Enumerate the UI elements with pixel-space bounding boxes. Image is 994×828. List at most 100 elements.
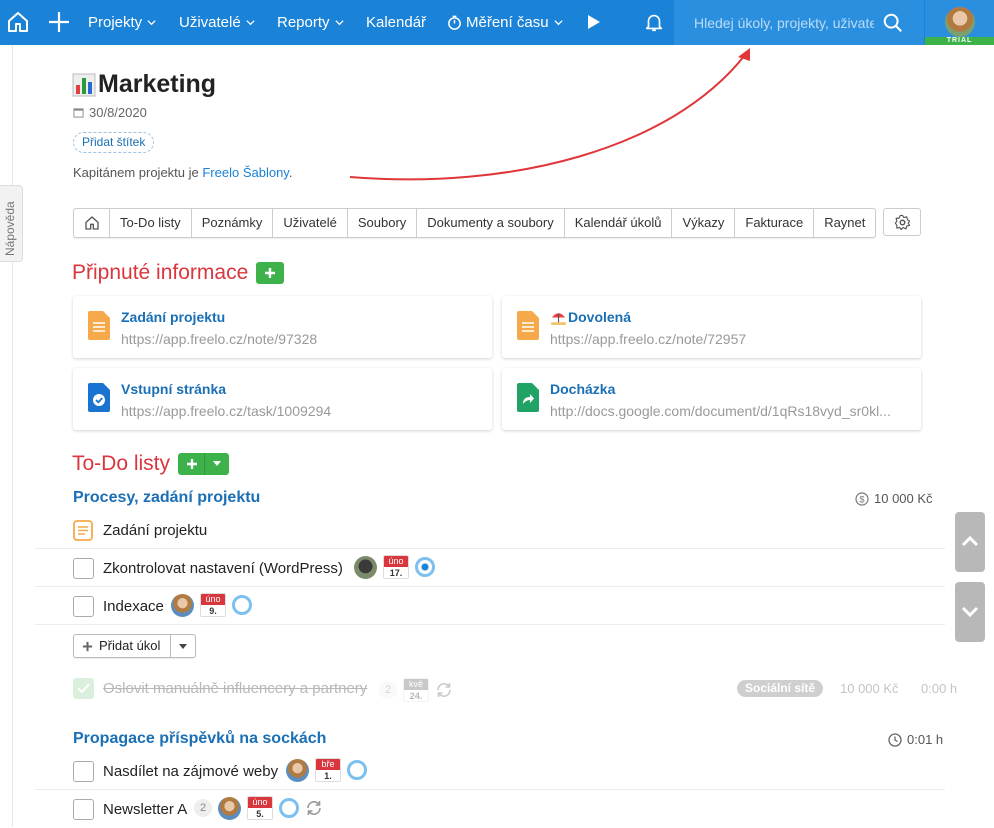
task-extras: úno 9. bbox=[171, 593, 252, 617]
list-item[interactable]: Zadání projektu bbox=[35, 511, 945, 549]
task-checkbox[interactable] bbox=[73, 761, 94, 782]
check-icon bbox=[77, 683, 90, 694]
progress-ring-icon[interactable] bbox=[232, 595, 252, 615]
due-date-badge[interactable]: úno 9. bbox=[200, 593, 226, 617]
task-checkbox[interactable] bbox=[73, 799, 94, 820]
due-date-badge[interactable]: úno 5. bbox=[247, 796, 273, 820]
project-date: 30/8/2020 bbox=[73, 105, 147, 120]
task-checkbox[interactable] bbox=[73, 596, 94, 617]
chevron-down-icon bbox=[147, 20, 156, 26]
tab-invoicing[interactable]: Fakturace bbox=[735, 209, 815, 237]
due-month: úno bbox=[248, 797, 272, 808]
task-extras: 2 úno 5. bbox=[194, 796, 323, 820]
pinned-card-title: Vstupní stránka bbox=[121, 381, 227, 397]
todo-list-title[interactable]: Propagace příspěvků na sockách bbox=[73, 730, 326, 748]
avatar[interactable] bbox=[286, 758, 309, 782]
add-tag-button[interactable]: Přidat štítek bbox=[73, 132, 155, 153]
home-icon[interactable] bbox=[6, 10, 30, 34]
project-tabs: To-Do listy Poznámky Uživatelé Soubory D… bbox=[73, 208, 877, 238]
bell-icon[interactable] bbox=[643, 11, 665, 33]
captain-link[interactable]: Freelo Šablony bbox=[202, 165, 288, 180]
repeat-icon[interactable] bbox=[305, 799, 323, 817]
caret-down-icon bbox=[179, 644, 188, 649]
due-month: úno bbox=[384, 556, 408, 567]
avatar[interactable] bbox=[354, 555, 377, 579]
pinned-card[interactable]: Vstupní stránka https://app.freelo.cz/ta… bbox=[73, 368, 492, 430]
page-title: Marketing bbox=[72, 70, 216, 99]
project-title: Marketing bbox=[98, 70, 217, 98]
task-row[interactable]: Newsletter A 2 úno 5. bbox=[35, 790, 945, 828]
nav-projekty[interactable]: Projekty bbox=[88, 0, 157, 45]
avatar[interactable] bbox=[218, 796, 241, 820]
add-todo-list-button[interactable] bbox=[178, 453, 230, 475]
due-date-badge[interactable]: bře 1. bbox=[315, 758, 341, 782]
tab-files[interactable]: Soubory bbox=[348, 209, 418, 237]
bar-chart-emoji-icon bbox=[72, 73, 96, 97]
due-date-badge[interactable]: úno 17. bbox=[383, 555, 409, 579]
tab-task-calendar[interactable]: Kalendář úkolů bbox=[565, 209, 673, 237]
nav-label: Uživatelé bbox=[179, 14, 241, 31]
due-date-badge: kvě 24. bbox=[403, 678, 429, 702]
trial-badge: TRIAL bbox=[925, 37, 994, 45]
task-row[interactable]: Indexace úno 9. bbox=[35, 587, 945, 625]
task-title: Zkontrolovat nastavení (WordPress) bbox=[103, 560, 343, 577]
tab-todo-lists[interactable]: To-Do listy bbox=[110, 209, 192, 237]
tab-documents[interactable]: Dokumenty a soubory bbox=[417, 209, 565, 237]
task-time: 0:00 h bbox=[921, 681, 958, 696]
plus-icon[interactable] bbox=[47, 10, 71, 34]
nav-reporty[interactable]: Reporty bbox=[277, 0, 345, 45]
tab-notes[interactable]: Poznámky bbox=[192, 209, 274, 237]
task-checkbox-checked[interactable] bbox=[73, 678, 94, 699]
pinned-card[interactable]: Dovolená https://app.freelo.cz/note/7295… bbox=[502, 296, 921, 358]
search-icon[interactable] bbox=[882, 12, 904, 34]
label-tag[interactable]: Sociální sítě bbox=[737, 680, 824, 697]
home-icon bbox=[85, 216, 99, 230]
nav-uzivatele[interactable]: Uživatelé bbox=[179, 0, 256, 45]
pinned-title: Připnuté informace bbox=[72, 261, 249, 284]
pinned-card[interactable]: Docházka http://docs.google.com/document… bbox=[502, 368, 921, 430]
play-icon[interactable] bbox=[587, 14, 601, 30]
user-menu[interactable]: TRIAL bbox=[925, 0, 994, 45]
pinned-card-title: Docházka bbox=[550, 381, 616, 397]
todo-title: To-Do listy bbox=[72, 452, 171, 475]
captain-prefix: Kapitánem projektu je bbox=[73, 165, 203, 180]
plus-icon bbox=[265, 268, 276, 278]
add-list-part[interactable] bbox=[178, 453, 206, 475]
nav-label: Projekty bbox=[88, 14, 143, 31]
tab-users[interactable]: Uživatelé bbox=[273, 209, 348, 237]
tab-reports[interactable]: Výkazy bbox=[672, 209, 736, 237]
help-side-tab[interactable]: Nápověda bbox=[0, 185, 23, 262]
add-list-dropdown[interactable] bbox=[205, 453, 230, 475]
task-title: Indexace bbox=[103, 598, 164, 615]
scroll-down-button[interactable] bbox=[955, 582, 985, 642]
progress-ring-icon[interactable] bbox=[279, 798, 299, 818]
top-navigation-bar: Projekty Uživatelé Reporty Kalendář Měře… bbox=[0, 0, 994, 45]
page-divider bbox=[12, 45, 13, 827]
add-task-button[interactable]: Přidat úkol bbox=[73, 634, 197, 658]
progress-ring-icon[interactable] bbox=[347, 760, 367, 780]
search-input[interactable] bbox=[674, 0, 874, 45]
add-pinned-button[interactable] bbox=[256, 262, 285, 284]
gear-icon bbox=[894, 214, 911, 231]
todo-list-title[interactable]: Procesy, zadání projektu bbox=[73, 489, 260, 507]
task-title: Newsletter A bbox=[103, 801, 188, 818]
annotation-arrow bbox=[349, 48, 750, 181]
tab-raynet[interactable]: Raynet bbox=[814, 209, 875, 237]
completed-task-row[interactable]: Oslovit manuálně influencery a partnery … bbox=[73, 676, 963, 702]
add-task-main[interactable]: Přidat úkol bbox=[74, 635, 172, 657]
nav-kalendar[interactable]: Kalendář bbox=[366, 0, 426, 45]
pinned-card[interactable]: Zadání projektu https://app.freelo.cz/no… bbox=[73, 296, 492, 358]
avatar[interactable] bbox=[171, 593, 194, 617]
tab-home[interactable] bbox=[74, 209, 110, 237]
progress-ring-icon[interactable] bbox=[415, 557, 435, 577]
task-checkbox[interactable] bbox=[73, 558, 94, 579]
add-task-dropdown[interactable] bbox=[171, 635, 195, 657]
task-row[interactable]: Zkontrolovat nastavení (WordPress) úno 17… bbox=[35, 549, 945, 587]
scroll-up-button[interactable] bbox=[955, 512, 985, 572]
task-row[interactable]: Nasdílet na zájmové weby bře 1. bbox=[35, 752, 945, 790]
nav-mereni-casu[interactable]: Měření času bbox=[447, 0, 564, 45]
captain-suffix: . bbox=[288, 165, 293, 180]
repeat-icon bbox=[437, 683, 451, 697]
plus-icon bbox=[82, 641, 93, 651]
settings-button[interactable] bbox=[883, 208, 921, 236]
